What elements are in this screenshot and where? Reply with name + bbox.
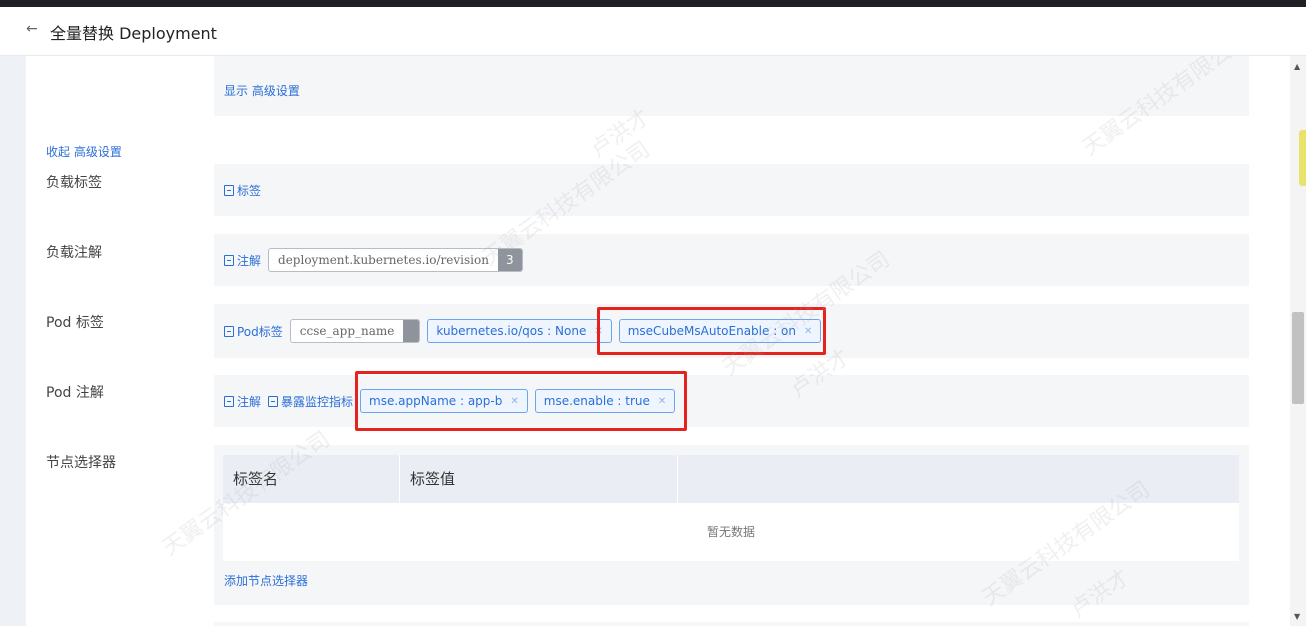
table-header: 标签名 标签值	[223, 455, 1239, 503]
add-pod-annotation-link[interactable]: 注解	[224, 393, 261, 410]
top-dark-bar	[0, 0, 1306, 7]
node-selector-label: 节点选择器	[46, 455, 116, 471]
add-doc-icon	[224, 325, 234, 337]
page-header: ← 全量替换 Deployment	[0, 7, 1306, 56]
next-section-panel	[214, 622, 1249, 626]
collapse-advanced-link[interactable]: 收起 高级设置	[46, 143, 122, 160]
pod-labels-label: Pod 标签	[46, 315, 104, 331]
show-advanced-link[interactable]: 显示 高级设置	[224, 82, 300, 99]
empty-state: 暂无数据	[223, 503, 1239, 561]
column-header	[678, 455, 1239, 503]
workload-labels-panel: 标签	[214, 164, 1249, 216]
add-doc-icon	[224, 395, 234, 407]
side-edge-strip	[1299, 130, 1306, 186]
arrow-left-icon[interactable]: ←	[26, 21, 38, 37]
add-doc-icon	[224, 184, 234, 196]
annotation-tag[interactable]: deployment.kubernetes.io/revision 3	[268, 248, 523, 272]
add-workload-annotation-link[interactable]: 注解	[224, 252, 261, 269]
workload-annotations-panel: 注解 deployment.kubernetes.io/revision 3	[214, 234, 1249, 286]
highlight-box	[355, 371, 687, 431]
node-selector-table: 标签名 标签值 暂无数据	[223, 455, 1239, 561]
workload-annotations-label: 负载注解	[46, 245, 102, 261]
pod-label-tag[interactable]: kubernetes.io/qos : None ✕	[427, 319, 612, 343]
add-workload-label-link[interactable]: 标签	[224, 182, 261, 199]
column-header: 标签名	[223, 455, 400, 503]
page-title: 全量替换 Deployment	[50, 24, 217, 43]
pod-label-gray-tag[interactable]: ccse_app_name	[289, 319, 421, 343]
scroll-down-icon[interactable]: ▼	[1294, 612, 1300, 621]
scrollbar-thumb[interactable]	[1292, 312, 1304, 404]
column-header: 标签值	[400, 455, 678, 503]
scroll-up-icon[interactable]: ▲	[1294, 62, 1300, 71]
add-node-selector-link[interactable]: 添加节点选择器	[224, 572, 308, 589]
node-selector-panel: 标签名 标签值 暂无数据 添加节点选择器	[214, 445, 1249, 605]
add-doc-icon	[268, 395, 279, 407]
pod-annotations-label: Pod 注解	[46, 385, 104, 401]
form-content: 显示 高级设置 收起 高级设置 负载标签 标签 负载注解 注解 deployme…	[26, 56, 1290, 626]
add-pod-label-link[interactable]: Pod标签	[224, 323, 283, 340]
add-doc-icon	[224, 254, 234, 266]
advanced-settings-panel: 显示 高级设置	[214, 56, 1249, 116]
expose-metrics-link[interactable]: 暴露监控指标	[268, 393, 353, 410]
workload-labels-label: 负载标签	[46, 175, 102, 191]
highlight-box	[597, 307, 826, 355]
